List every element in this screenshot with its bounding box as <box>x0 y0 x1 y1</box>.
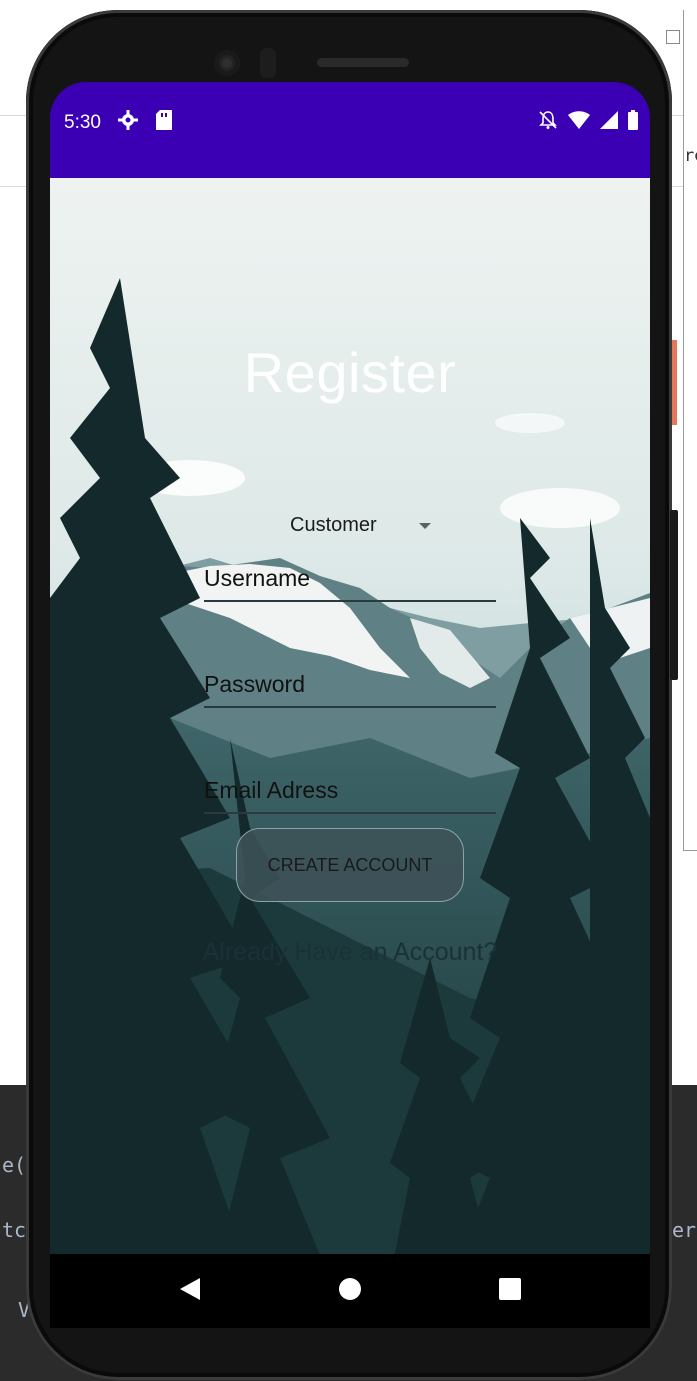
ide-code-fragment: err <box>672 1218 697 1242</box>
already-have-account-link[interactable]: Already Have an Account? <box>50 938 650 967</box>
navigation-bar <box>50 1254 650 1328</box>
sd-card-icon <box>156 110 172 135</box>
status-icons-left <box>118 110 172 135</box>
recents-button[interactable] <box>490 1271 530 1311</box>
status-bar: 5:30 <box>50 82 650 178</box>
signal-icon <box>600 111 618 134</box>
email-input[interactable] <box>204 768 496 812</box>
proximity-sensor <box>260 48 276 78</box>
device-screen: 5:30 Register Customer Username Password… <box>50 82 650 1328</box>
status-icons-right <box>538 110 638 135</box>
account-type-value: Customer <box>290 514 377 536</box>
username-input[interactable] <box>204 556 496 600</box>
dropdown-arrow-icon <box>418 522 431 529</box>
password-input[interactable] <box>204 662 496 706</box>
recents-square-icon <box>499 1277 521 1305</box>
front-camera <box>214 50 240 76</box>
battery-icon <box>628 110 638 135</box>
earpiece-speaker <box>317 58 409 67</box>
home-button[interactable] <box>330 1271 370 1311</box>
ide-code-fragment: re <box>684 146 697 166</box>
back-button[interactable] <box>170 1271 210 1311</box>
username-field <box>204 556 496 602</box>
gear-icon <box>118 110 138 135</box>
back-triangle-icon <box>180 1277 200 1305</box>
silent-bell-icon <box>538 110 558 135</box>
create-account-button[interactable]: CREATE ACCOUNT <box>236 828 464 902</box>
status-time: 5:30 <box>64 112 101 133</box>
ide-code-fragment: e( <box>2 1153 27 1177</box>
email-field <box>204 768 496 814</box>
page-title: Register <box>243 341 457 404</box>
ide-checkbox[interactable] <box>666 30 680 44</box>
wifi-icon <box>568 111 590 134</box>
account-type-spinner[interactable]: Customer <box>290 514 431 537</box>
phone-side-button[interactable] <box>670 510 678 680</box>
home-circle-icon <box>339 1277 361 1305</box>
ide-code-fragment: tc <box>2 1218 27 1242</box>
ide-right-panel <box>683 10 697 851</box>
phone-frame: 5:30 Register Customer Username Password… <box>26 10 672 1380</box>
password-field <box>204 662 496 708</box>
